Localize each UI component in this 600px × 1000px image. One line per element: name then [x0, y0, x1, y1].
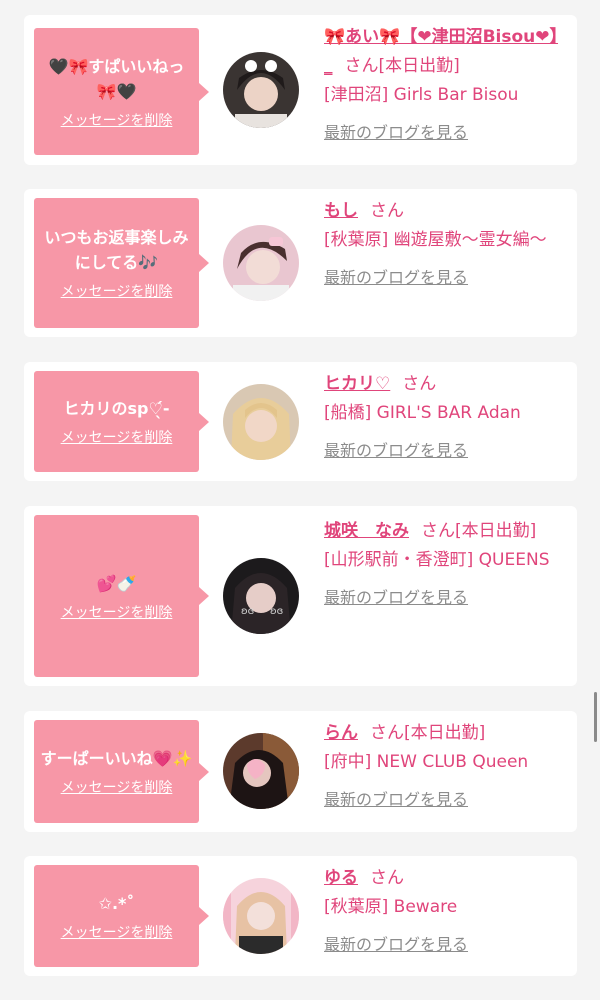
honorific: さん: [402, 374, 437, 394]
message-text: 💕🍼: [96, 573, 137, 593]
message-bubble: すーぱーいいね💗✨ メッセージを削除: [34, 720, 209, 823]
honorific: さん: [370, 868, 404, 888]
cast-info: もし さん [秋葉原] 幽遊屋敷〜霊女編〜 最新のブログを見る: [324, 197, 564, 293]
svg-text:ʚɞ: ʚɞ: [241, 606, 254, 617]
message-text: 🖤🎀すぱいいねっ🎀🖤: [48, 56, 185, 101]
status-badge: [本日出勤]: [378, 56, 460, 76]
cast-name-link[interactable]: ゆる: [324, 868, 358, 888]
cast-info: 城咲 なみ さん[本日出勤] [山形駅前・香澄町] QUEENS 最新のブログを見…: [324, 517, 564, 613]
message-card: ✩.*˚ メッセージを削除 ゆる さん [秋葉原] Beware 最新のブログを見…: [24, 856, 577, 976]
message-text: ✩.*˚: [98, 893, 135, 913]
scrollbar[interactable]: [594, 692, 597, 742]
shop-name: [山形駅前・香澄町] QUEENS: [324, 550, 550, 570]
message-bubble: いつもお返事楽しみにしてる🎶 メッセージを削除: [34, 198, 209, 328]
cast-name-link[interactable]: もし: [324, 201, 358, 221]
svg-text:ʚɞ: ʚɞ: [270, 606, 283, 617]
latest-blog-link[interactable]: 最新のブログを見る: [324, 263, 468, 292]
shop-name: [船橋] GIRL'S BAR Adan: [324, 403, 521, 423]
message-text: すーぱーいいね💗✨: [40, 749, 193, 768]
message-bubble: 💕🍼 メッセージを削除: [34, 515, 209, 677]
honorific: さん: [344, 56, 379, 76]
delete-message-link[interactable]: メッセージを削除: [61, 602, 173, 622]
avatar[interactable]: [223, 733, 299, 809]
cast-name-link[interactable]: ヒカリ♡: [324, 374, 390, 394]
honorific: さん: [370, 201, 404, 221]
cast-name-link[interactable]: 城咲 なみ: [324, 521, 409, 541]
delete-message-link[interactable]: メッセージを削除: [61, 777, 173, 797]
avatar[interactable]: [223, 225, 299, 301]
delete-message-link[interactable]: メッセージを削除: [61, 922, 173, 942]
delete-message-link[interactable]: メッセージを削除: [61, 110, 173, 130]
cast-info: ヒカリ♡ さん [船橋] GIRL'S BAR Adan 最新のブログを見る: [324, 370, 564, 466]
cast-name-link[interactable]: らん: [324, 723, 358, 743]
status-badge: [本日出勤]: [404, 723, 486, 743]
delete-message-link[interactable]: メッセージを削除: [61, 427, 173, 447]
honorific: さん: [421, 521, 455, 541]
latest-blog-link[interactable]: 最新のブログを見る: [324, 118, 468, 147]
latest-blog-link[interactable]: 最新のブログを見る: [324, 436, 468, 465]
message-card: ヒカリのsp♡︎̖́- メッセージを削除 ヒカリ♡ さん [船橋] GIRL'S …: [24, 362, 577, 481]
avatar[interactable]: [223, 384, 299, 460]
delete-message-link[interactable]: メッセージを削除: [61, 281, 173, 301]
message-text: ヒカリのsp♡︎̖́-: [63, 399, 170, 418]
message-card: すーぱーいいね💗✨ メッセージを削除 らん さん[本日出勤] [府中] NEW C…: [24, 711, 577, 832]
latest-blog-link[interactable]: 最新のブログを見る: [324, 785, 468, 814]
cast-info: 🎀あい🎀【❤津田沼Bisou❤】_ さん[本日出勤] [津田沼] Girls Ba…: [324, 23, 564, 148]
message-card: いつもお返事楽しみにしてる🎶 メッセージを削除 もし さん [秋葉原] 幽遊屋敷〜…: [24, 189, 577, 337]
avatar[interactable]: ʚɞ ʚɞ: [223, 558, 299, 634]
latest-blog-link[interactable]: 最新のブログを見る: [324, 583, 468, 612]
shop-name: [府中] NEW CLUB Queen: [324, 752, 529, 772]
avatar[interactable]: [223, 52, 299, 128]
message-bubble: 🖤🎀すぱいいねっ🎀🖤 メッセージを削除: [34, 28, 209, 155]
shop-name: [秋葉原] Beware: [324, 897, 458, 917]
cast-info: ゆる さん [秋葉原] Beware 最新のブログを見る: [324, 864, 564, 960]
message-card: 💕🍼 メッセージを削除 ʚɞ ʚɞ 城咲 なみ さん[本日出勤] [山形駅前・香澄町…: [24, 506, 577, 686]
message-text: いつもお返事楽しみにしてる🎶: [44, 228, 189, 272]
latest-blog-link[interactable]: 最新のブログを見る: [324, 930, 468, 959]
message-bubble: ✩.*˚ メッセージを削除: [34, 865, 209, 967]
honorific: さん: [370, 723, 404, 743]
message-card: 🖤🎀すぱいいねっ🎀🖤 メッセージを削除 🎀あい🎀【❤津田沼Bisou❤】_ さん[…: [24, 15, 577, 165]
shop-name: [津田沼] Girls Bar Bisou: [324, 85, 519, 105]
shop-name: [秋葉原] 幽遊屋敷〜霊女編〜: [324, 230, 547, 250]
message-bubble: ヒカリのsp♡︎̖́- メッセージを削除: [34, 371, 209, 472]
avatar[interactable]: [223, 878, 299, 954]
cast-info: らん さん[本日出勤] [府中] NEW CLUB Queen 最新のブログを見る: [324, 719, 564, 815]
status-badge: [本日出勤]: [455, 521, 537, 541]
